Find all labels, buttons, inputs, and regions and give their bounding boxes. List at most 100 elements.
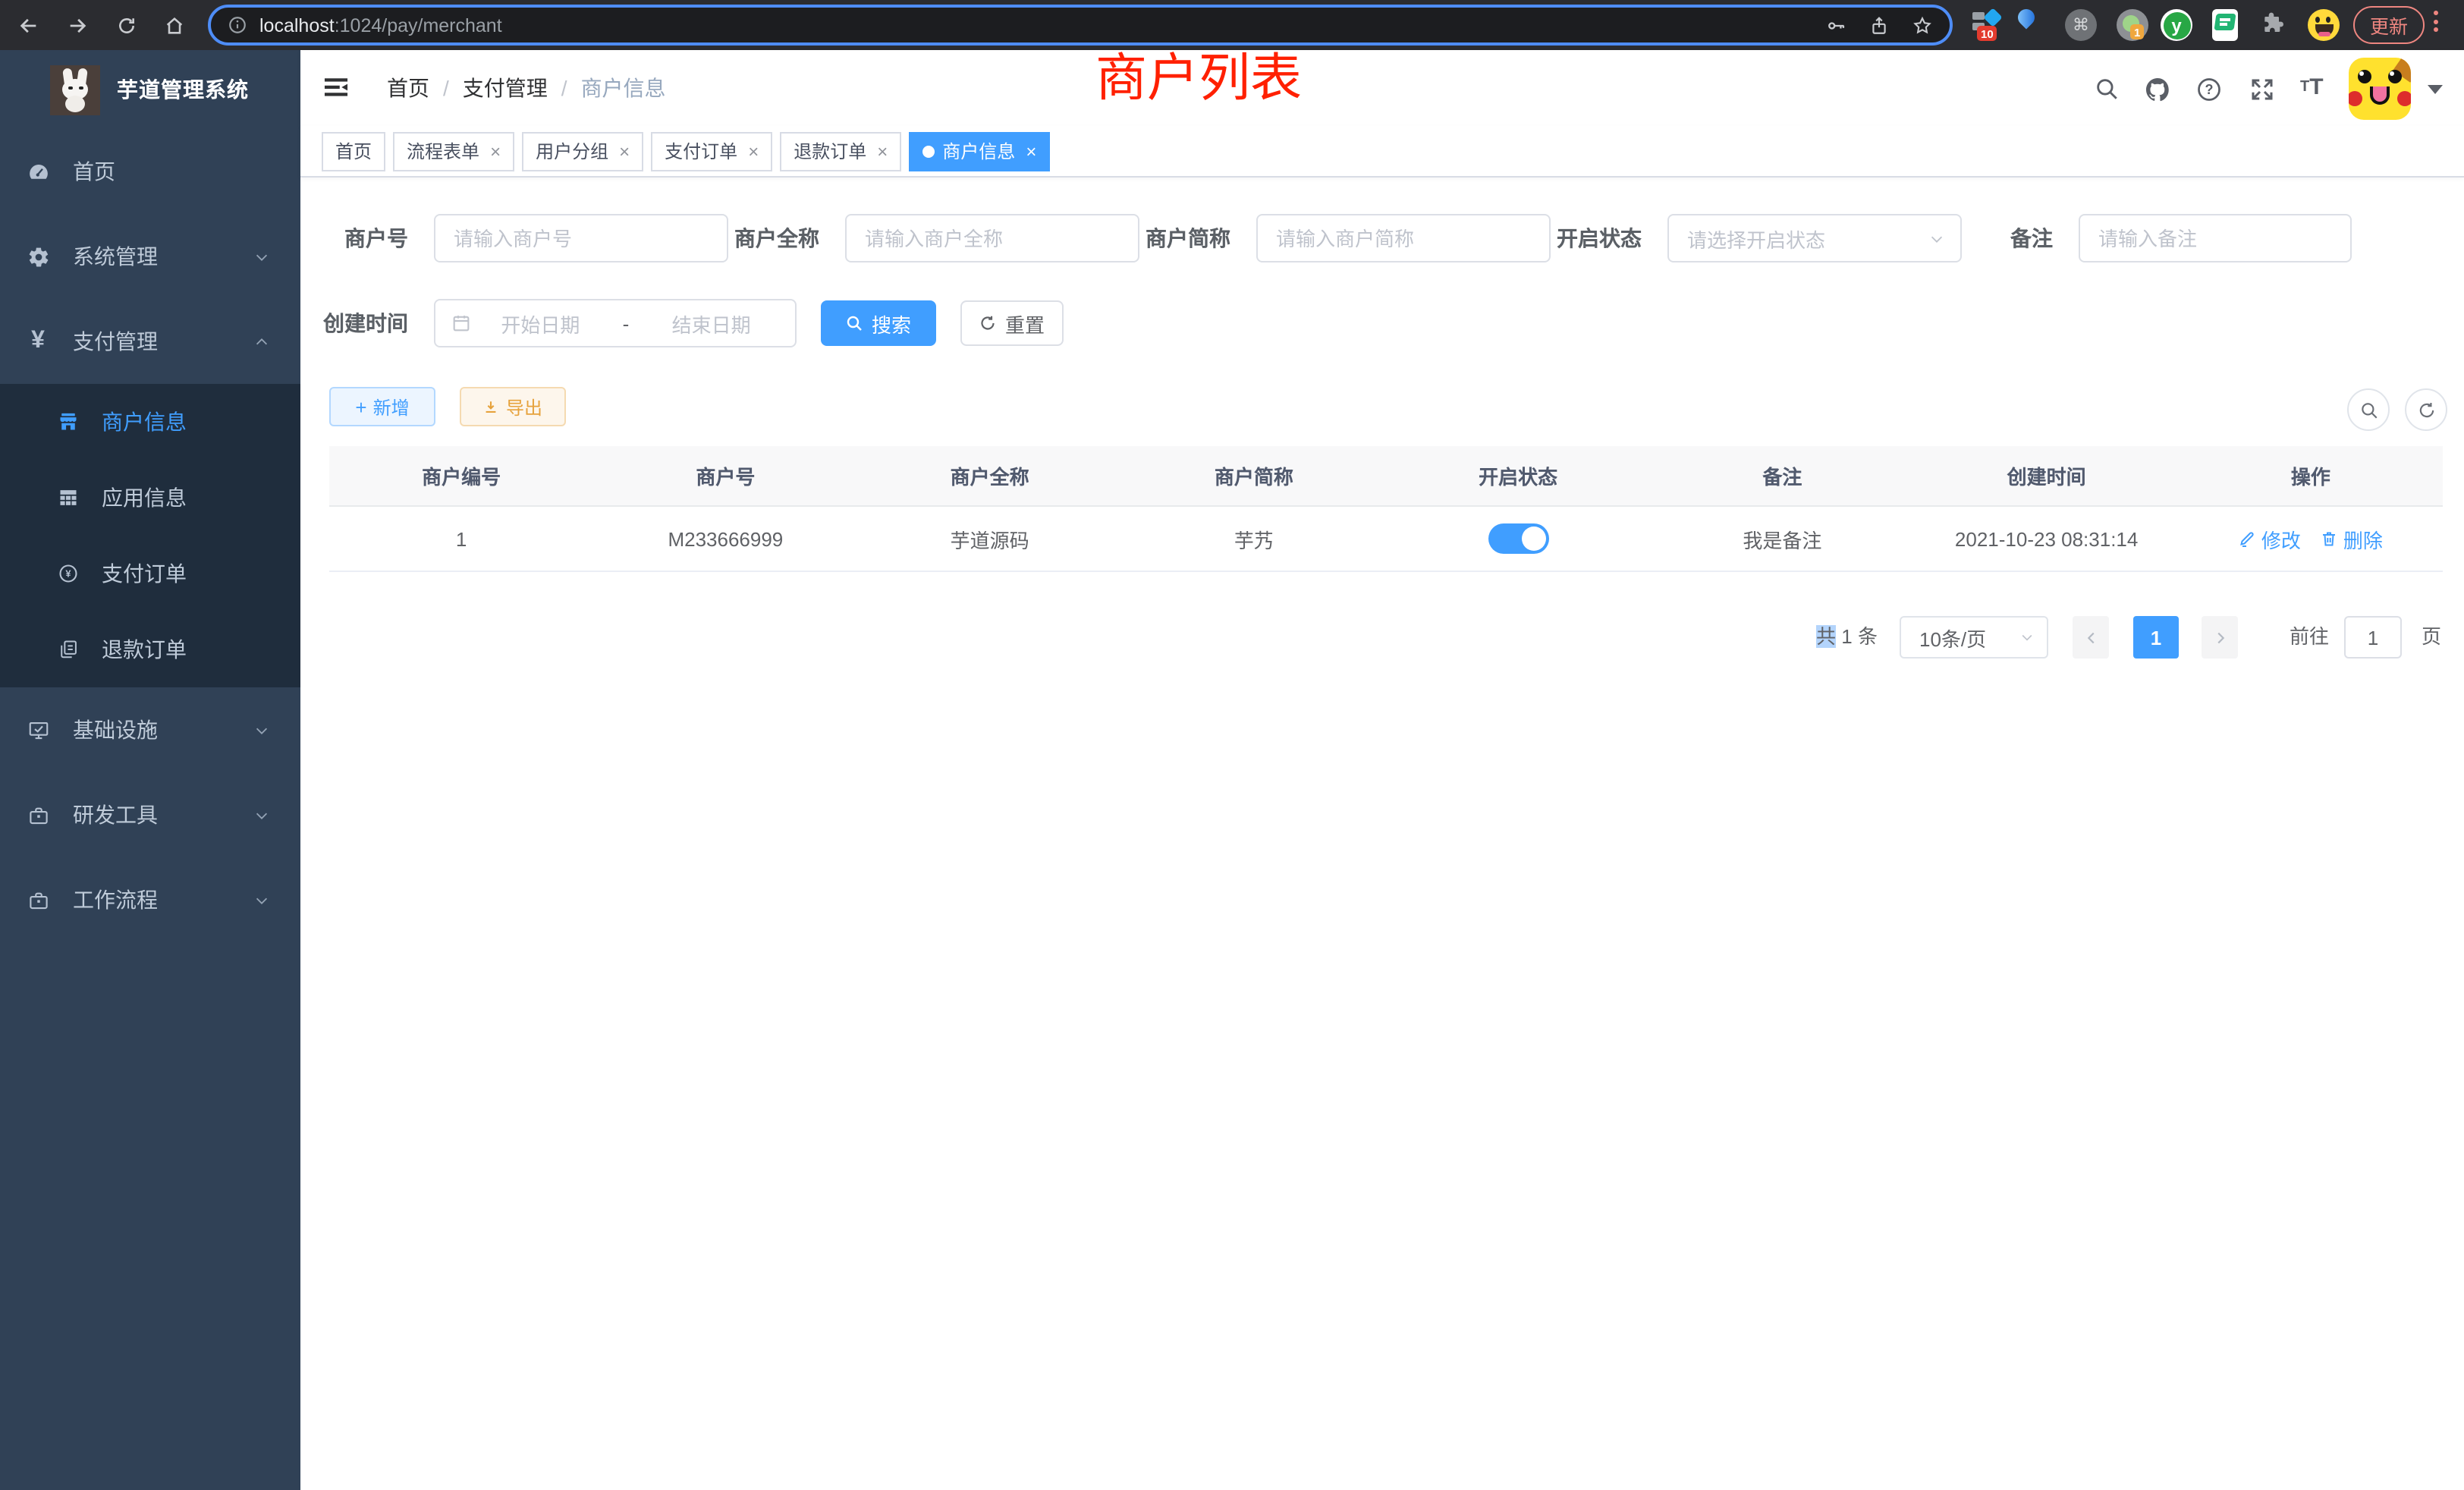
share-icon[interactable] — [1869, 14, 1889, 36]
yen-icon: ¥ — [26, 328, 50, 355]
pagination: 共 1 条 10条/页 1 前往 页 — [300, 616, 2464, 659]
user-avatar[interactable] — [2349, 58, 2411, 120]
tags-view: 首页 流程表单× 用户分组× 支付订单× 退款订单× 商户信息× — [300, 126, 2464, 178]
app-logo-row[interactable]: 芋道管理系统 — [0, 50, 300, 129]
extension-pin-icon[interactable] — [2018, 9, 2036, 41]
monitor-icon — [26, 718, 50, 741]
merchant-short-name-input[interactable] — [1256, 214, 1551, 262]
goto-page-input[interactable] — [2344, 616, 2402, 659]
extension-command-icon[interactable]: ⌘ — [2065, 9, 2097, 41]
search-icon — [2359, 400, 2378, 420]
breadcrumb-payment[interactable]: 支付管理 — [463, 73, 548, 103]
breadcrumb-home[interactable]: 首页 — [387, 73, 429, 103]
site-info-icon[interactable] — [228, 15, 247, 35]
url-path: :1024/pay/merchant — [335, 14, 502, 36]
sidebar-item-merchant-info[interactable]: 商户信息 — [0, 384, 300, 460]
col-merchant-no: 商户号 — [593, 461, 857, 490]
merchant-table: 商户编号 商户号 商户全称 商户简称 开启状态 备注 创建时间 操作 1 M23… — [329, 446, 2443, 572]
cell-full-name: 芋道源码 — [858, 524, 1122, 553]
chevron-down-icon — [253, 248, 270, 265]
tag-home[interactable]: 首页 — [322, 131, 385, 171]
tag-user-group[interactable]: 用户分组× — [522, 131, 643, 171]
extension-notes-icon[interactable] — [2212, 9, 2238, 41]
sidebar-item-payment[interactable]: ¥ 支付管理 — [0, 299, 300, 384]
refresh-icon — [979, 314, 998, 332]
chevron-left-icon — [2082, 629, 2099, 646]
refresh-table-button[interactable] — [2405, 388, 2447, 431]
github-icon[interactable] — [2144, 76, 2171, 103]
browser-reload-button[interactable] — [117, 15, 137, 35]
search-icon — [846, 314, 864, 332]
navbar: 首页 / 支付管理 / 商户信息 商户列表 ? TT — [300, 50, 2464, 126]
merchant-full-name-input[interactable] — [845, 214, 1139, 262]
extension-proxy-icon[interactable]: 1 — [2117, 9, 2148, 41]
search-button[interactable]: 搜索 — [821, 300, 936, 346]
browser-menu-icon[interactable] — [2434, 11, 2438, 32]
add-button[interactable]: + 新增 — [329, 387, 435, 426]
status-select[interactable]: 请选择开启状态 — [1667, 214, 1962, 262]
col-remark: 备注 — [1650, 461, 1914, 490]
browser-back-button[interactable] — [18, 14, 39, 36]
svg-text:?: ? — [2205, 82, 2214, 97]
filter-merchant-short-name: 商户简称 — [1146, 214, 1551, 262]
tag-pay-order[interactable]: 支付订单× — [651, 131, 772, 171]
extension-tasks-icon[interactable]: 10 — [1972, 9, 2004, 41]
sidebar-toggle-icon[interactable] — [322, 73, 350, 102]
font-size-icon[interactable]: TT — [2300, 73, 2324, 103]
fullscreen-icon[interactable] — [2249, 76, 2276, 103]
sidebar-item-pay-order[interactable]: ¥ 支付订单 — [0, 536, 300, 611]
extensions-puzzle-icon[interactable] — [2261, 11, 2293, 42]
sidebar-item-workflow[interactable]: 工作流程 — [0, 857, 300, 942]
chevron-down-icon — [253, 891, 270, 908]
extension-emoji-avatar[interactable] — [2308, 9, 2340, 41]
calendar-icon — [451, 313, 472, 334]
page-number-1[interactable]: 1 — [2133, 616, 2179, 659]
search-icon[interactable] — [2094, 76, 2120, 102]
tag-refund-order[interactable]: 退款订单× — [780, 131, 901, 171]
sidebar-item-system[interactable]: 系统管理 — [0, 214, 300, 299]
sidebar-item-app-info[interactable]: 应用信息 — [0, 460, 300, 536]
help-icon[interactable]: ? — [2195, 76, 2223, 103]
gear-icon — [26, 245, 50, 268]
close-icon[interactable]: × — [619, 140, 630, 162]
filter-merchant-no: 商户号 — [344, 214, 728, 262]
sidebar-item-home[interactable]: 首页 — [0, 129, 300, 214]
reset-button[interactable]: 重置 — [960, 300, 1064, 346]
dashboard-icon — [26, 160, 50, 183]
tag-process-form[interactable]: 流程表单× — [393, 131, 514, 171]
avatar-caret-icon[interactable] — [2428, 85, 2443, 94]
browser-update-button[interactable]: 更新 — [2353, 6, 2425, 44]
next-page-button[interactable] — [2202, 616, 2238, 659]
merchant-no-input[interactable] — [434, 214, 728, 262]
sidebar-item-refund-order[interactable]: 退款订单 — [0, 611, 300, 687]
chevron-down-icon — [2019, 630, 2035, 645]
page-size-select[interactable]: 10条/页 — [1900, 616, 2048, 659]
remark-input[interactable] — [2079, 214, 2352, 262]
password-key-icon[interactable] — [1825, 14, 1846, 36]
date-range-input[interactable]: 开始日期 - 结束日期 — [434, 299, 797, 347]
download-icon — [483, 398, 500, 415]
address-bar[interactable]: localhost:1024/pay/merchant — [208, 5, 1953, 46]
status-toggle[interactable] — [1488, 523, 1548, 554]
bookmark-star-icon[interactable] — [1912, 14, 1933, 36]
close-icon[interactable]: × — [748, 140, 759, 162]
toolbox-icon — [26, 803, 50, 826]
tag-merchant-info[interactable]: 商户信息× — [909, 131, 1050, 171]
close-icon[interactable]: × — [490, 140, 501, 162]
sidebar-item-dev-tools[interactable]: 研发工具 — [0, 772, 300, 857]
app-logo — [50, 64, 100, 115]
extension-y-icon[interactable]: y — [2161, 9, 2192, 41]
browser-home-button[interactable] — [164, 14, 185, 36]
cell-merchant-id: 1 — [329, 527, 593, 550]
sidebar-item-infrastructure[interactable]: 基础设施 — [0, 687, 300, 772]
browser-forward-button[interactable] — [67, 14, 88, 36]
edit-link[interactable]: 修改 — [2239, 524, 2301, 553]
export-button[interactable]: 导出 — [460, 387, 566, 426]
delete-link[interactable]: 删除 — [2321, 524, 2383, 553]
prev-page-button[interactable] — [2073, 616, 2109, 659]
show-search-button[interactable] — [2347, 388, 2390, 431]
close-icon[interactable]: × — [1026, 140, 1036, 162]
cell-actions: 修改 删除 — [2179, 524, 2443, 553]
close-icon[interactable]: × — [877, 140, 888, 162]
payment-submenu: 商户信息 应用信息 ¥ 支付订单 退款订单 — [0, 384, 300, 687]
